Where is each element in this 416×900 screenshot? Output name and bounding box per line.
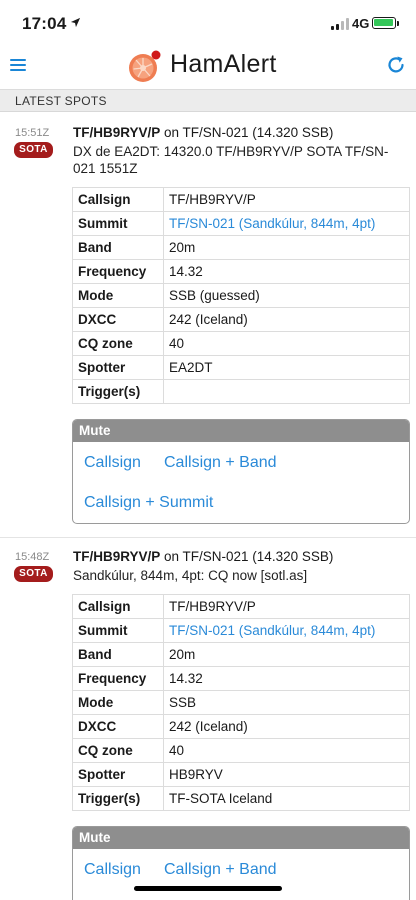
table-row: DXCC 242 (Iceland): [72, 307, 410, 332]
refresh-icon[interactable]: [386, 55, 406, 75]
spot-text: DX de EA2DT: 14320.0 TF/HB9RYV/P SOTA TF…: [73, 144, 389, 176]
table-row: Frequency 14.32: [72, 259, 410, 284]
battery-icon: [372, 17, 396, 29]
mute-panel: Mute Callsign Callsign + Band Callsign +…: [72, 419, 410, 524]
value-dxcc: 242 (Iceland): [163, 714, 410, 739]
table-row: Band 20m: [72, 642, 410, 667]
value-mode: SSB: [163, 690, 410, 715]
label-summit: Summit: [72, 618, 164, 643]
table-row: CQ zone 40: [72, 331, 410, 356]
value-dxcc: 242 (Iceland): [163, 307, 410, 332]
app-title: HamAlert: [170, 50, 277, 78]
section-title: LATEST SPOTS: [15, 94, 107, 108]
hamburger-icon[interactable]: [10, 57, 26, 73]
value-spotter: EA2DT: [163, 355, 410, 380]
home-indicator[interactable]: [134, 886, 282, 891]
mute-callsign-button[interactable]: Callsign: [84, 454, 141, 472]
spot-card: 15:48Z SOTA TF/HB9RYV/P on TF/SN-021 (14…: [0, 537, 416, 900]
table-row: Frequency 14.32: [72, 666, 410, 691]
table-row: Spotter EA2DT: [72, 355, 410, 380]
value-band: 20m: [163, 235, 410, 260]
label-summit: Summit: [72, 211, 164, 236]
value-triggers: TF-SOTA Iceland: [163, 786, 410, 811]
label-dxcc: DXCC: [72, 307, 164, 332]
label-dxcc: DXCC: [72, 714, 164, 739]
spot-time: 15:51Z: [15, 127, 50, 139]
spot-on-text: on TF/SN-021 (14.320 SSB): [160, 125, 334, 140]
spot-headline: TF/HB9RYV/P on TF/SN-021 (14.320 SSB): [73, 125, 333, 140]
status-bar: 17:04 4G: [0, 0, 416, 44]
label-spotter: Spotter: [72, 762, 164, 787]
label-mode: Mode: [72, 283, 164, 308]
mute-header: Mute: [73, 827, 409, 849]
mute-callsign-band-button[interactable]: Callsign + Band: [164, 454, 277, 472]
table-row: Trigger(s): [72, 379, 410, 404]
table-row: DXCC 242 (Iceland): [72, 714, 410, 739]
label-spotter: Spotter: [72, 355, 164, 380]
mute-callsign-button[interactable]: Callsign: [84, 861, 141, 879]
sota-badge: SOTA: [14, 142, 53, 158]
value-band: 20m: [163, 642, 410, 667]
table-row: Trigger(s) TF-SOTA Iceland: [72, 786, 410, 811]
spot-on-text: on TF/SN-021 (14.320 SSB): [160, 549, 334, 564]
label-triggers: Trigger(s): [72, 786, 164, 811]
latest-spots-header: LATEST SPOTS: [0, 90, 416, 112]
label-cq-zone: CQ zone: [72, 331, 164, 356]
summit-link[interactable]: TF/SN-021 (Sandkúlur, 844m, 4pt): [169, 216, 375, 231]
mute-header: Mute: [73, 420, 409, 442]
value-mode: SSB (guessed): [163, 283, 410, 308]
sota-badge: SOTA: [14, 566, 53, 582]
spot-details-table: Callsign TF/HB9RYV/P Summit TF/SN-021 (San…: [72, 594, 410, 811]
label-triggers: Trigger(s): [72, 379, 164, 404]
label-callsign: Callsign: [72, 594, 164, 619]
spot-time: 15:48Z: [15, 551, 50, 563]
value-frequency: 14.32: [163, 259, 410, 284]
spot-details-table: Callsign TF/HB9RYV/P Summit TF/SN-021 (San…: [72, 187, 410, 404]
value-frequency: 14.32: [163, 666, 410, 691]
value-callsign: TF/HB9RYV/P: [163, 594, 410, 619]
label-cq-zone: CQ zone: [72, 738, 164, 763]
spot-callsign: TF/HB9RYV/P: [73, 549, 161, 564]
table-row: Mode SSB (guessed): [72, 283, 410, 308]
value-cq-zone: 40: [163, 331, 410, 356]
value-callsign: TF/HB9RYV/P: [163, 187, 410, 212]
label-frequency: Frequency: [72, 259, 164, 284]
table-row: Callsign TF/HB9RYV/P: [72, 594, 410, 619]
top-nav-bar: HamAlert: [0, 44, 416, 90]
label-callsign: Callsign: [72, 187, 164, 212]
spot-headline: TF/HB9RYV/P on TF/SN-021 (14.320 SSB): [73, 549, 333, 564]
value-triggers: [163, 379, 410, 404]
table-row: Mode SSB: [72, 690, 410, 715]
spot-card: 15:51Z SOTA TF/HB9RYV/P on TF/SN-021 (14…: [0, 112, 416, 532]
value-spotter: HB9RYV: [163, 762, 410, 787]
table-row: Summit TF/SN-021 (Sandkúlur, 844m, 4pt): [72, 211, 410, 236]
network-type: 4G: [352, 16, 370, 31]
summit-link[interactable]: TF/SN-021 (Sandkúlur, 844m, 4pt): [169, 623, 375, 638]
table-row: Band 20m: [72, 235, 410, 260]
table-row: Callsign TF/HB9RYV/P: [72, 187, 410, 212]
spot-callsign: TF/HB9RYV/P: [73, 125, 161, 140]
mute-callsign-summit-button[interactable]: Callsign + Summit: [84, 494, 213, 512]
label-mode: Mode: [72, 690, 164, 715]
table-row: Summit TF/SN-021 (Sandkúlur, 844m, 4pt): [72, 618, 410, 643]
location-arrow-icon: [70, 17, 81, 28]
table-row: Spotter HB9RYV: [72, 762, 410, 787]
table-row: CQ zone 40: [72, 738, 410, 763]
cellular-signal-icon: [331, 18, 349, 30]
label-band: Band: [72, 642, 164, 667]
battery-tip: [397, 21, 399, 26]
status-time: 17:04: [22, 14, 67, 33]
mute-callsign-band-button[interactable]: Callsign + Band: [164, 861, 277, 879]
spot-text: Sandkúlur, 844m, 4pt: CQ now [sotl.as]: [73, 568, 308, 583]
value-cq-zone: 40: [163, 738, 410, 763]
hamalert-logo-icon: [129, 50, 161, 82]
label-band: Band: [72, 235, 164, 260]
label-frequency: Frequency: [72, 666, 164, 691]
